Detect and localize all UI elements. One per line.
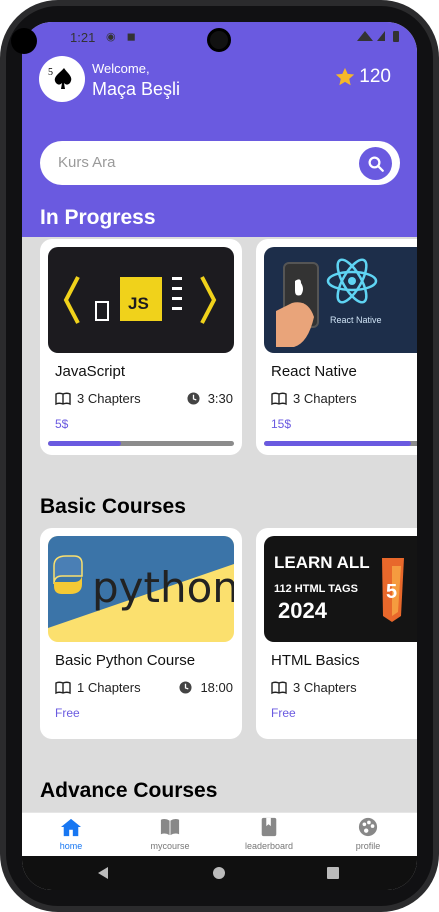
course-duration: 3:30 [207, 391, 233, 406]
clock-icon [179, 681, 192, 694]
book-icon [55, 392, 71, 405]
nav-mycourse-label: mycourse [150, 841, 190, 851]
thumb-react-text: React Native [330, 315, 382, 325]
open-book-icon [160, 819, 180, 836]
course-thumbnail: LEARN ALL 112 HTML TAGS 2024 5 [264, 536, 417, 642]
section-title-advance-courses: Advance Courses [40, 779, 218, 802]
search-icon [368, 156, 384, 172]
react-native-logo-icon: React Native [276, 258, 382, 347]
notification-icons: ◉ ◼ [106, 31, 140, 43]
course-price: Free [55, 706, 80, 720]
course-meta: 3 Chapters 3:30 [55, 391, 233, 406]
nav-home[interactable]: home [26, 817, 116, 851]
javascript-logo-icon: JS [63, 276, 217, 324]
course-title: Basic Python Course [55, 652, 196, 669]
username: Maça Beşli [92, 79, 181, 99]
chapter-count: 3 Chapters [293, 391, 357, 406]
course-price: Free [271, 706, 296, 720]
svg-text:5: 5 [386, 581, 397, 603]
home-circle-icon [213, 867, 225, 879]
course-meta: 3 Chapters [271, 391, 417, 406]
thumb-js-text: JS [128, 294, 149, 313]
system-nav-icons [98, 867, 339, 879]
avatar[interactable]: 5 [39, 56, 85, 102]
palette-icon [358, 817, 378, 837]
bookmark-book-icon [261, 817, 277, 837]
nav-home-label: home [59, 841, 83, 851]
course-title: HTML Basics [271, 652, 360, 669]
course-duration: 18:00 [200, 680, 233, 695]
html5-logo-icon: LEARN ALL 112 HTML TAGS 2024 5 [274, 553, 404, 623]
section-title-in-progress: In Progress [40, 206, 156, 229]
chapter-count: 1 Chapters [77, 680, 141, 695]
star-icon [336, 67, 355, 86]
basic-courses-carousel[interactable]: python Basic Python Course 1 Chapters 18… [40, 528, 417, 740]
recents-icon [327, 867, 339, 879]
course-card-html[interactable]: LEARN ALL 112 HTML TAGS 2024 5 HTML Basi… [256, 528, 417, 739]
thumb-learn-text: LEARN ALL [274, 553, 370, 572]
chapter-count: 3 Chapters [77, 391, 141, 406]
points-badge: 120 [334, 66, 391, 88]
chapter-count: 3 Chapters [293, 680, 357, 695]
nav-leaderboard-label: leaderboard [244, 841, 294, 851]
book-icon [271, 681, 287, 694]
svg-text:5: 5 [48, 67, 53, 78]
points-value: 120 [359, 66, 391, 87]
book-icon [55, 681, 71, 694]
front-camera [207, 28, 231, 52]
bottom-navigation: home mycourse leaderboard profile [22, 812, 417, 856]
search-button[interactable] [359, 147, 392, 180]
search-bar: Kurs Ara [40, 141, 400, 185]
thumb-python-text: python [92, 563, 234, 612]
welcome-text: Welcome, [92, 61, 150, 76]
course-thumbnail: python [48, 536, 234, 642]
course-thumbnail: React Native [264, 247, 417, 353]
book-icon [271, 392, 287, 405]
section-title-basic-courses: Basic Courses [40, 495, 186, 518]
course-title: JavaScript [55, 363, 126, 380]
course-thumbnail: JS [48, 247, 234, 353]
progress-fill [264, 441, 411, 446]
back-icon [98, 867, 108, 879]
course-title: React Native [271, 363, 357, 380]
clock-icon [187, 392, 200, 405]
home-icon [61, 818, 81, 837]
course-card-python[interactable]: python Basic Python Course 1 Chapters 18… [40, 528, 242, 739]
in-progress-carousel[interactable]: JS JavaScript 3 Chapters 3:30 5$ React N… [40, 239, 417, 457]
course-meta: 1 Chapters 18:00 [55, 680, 233, 695]
app-screen: 1:21 ◉ ◼ 5 Welcome, Maça Beşli 120 Kurs … [22, 22, 417, 890]
course-price: 5$ [55, 417, 69, 431]
thumb-tags-text: 112 HTML TAGS [274, 583, 358, 595]
status-time: 1:21 [70, 30, 96, 45]
spade-card-icon: 5 [48, 67, 72, 89]
nav-leaderboard[interactable]: leaderboard [224, 817, 314, 851]
camera-cutout [11, 28, 37, 54]
thumb-year-text: 2024 [278, 598, 328, 623]
nav-profile-label: profile [355, 841, 381, 851]
course-progress-bar [48, 441, 234, 446]
search-input[interactable]: Kurs Ara [58, 154, 116, 171]
system-navigation-bar [22, 856, 417, 890]
python-logo-icon: python [48, 536, 234, 628]
course-price: 15$ [271, 417, 292, 431]
nav-mycourse[interactable]: mycourse [125, 817, 215, 851]
signal-battery-icon [357, 31, 399, 42]
progress-fill [48, 441, 121, 446]
nav-profile[interactable]: profile [323, 817, 413, 851]
course-card-react-native[interactable]: React Native React Native 3 Chapters 15$ [256, 239, 417, 455]
course-meta: 3 Chapters [271, 680, 417, 695]
course-progress-bar [264, 441, 417, 446]
course-card-javascript[interactable]: JS JavaScript 3 Chapters 3:30 5$ [40, 239, 242, 455]
